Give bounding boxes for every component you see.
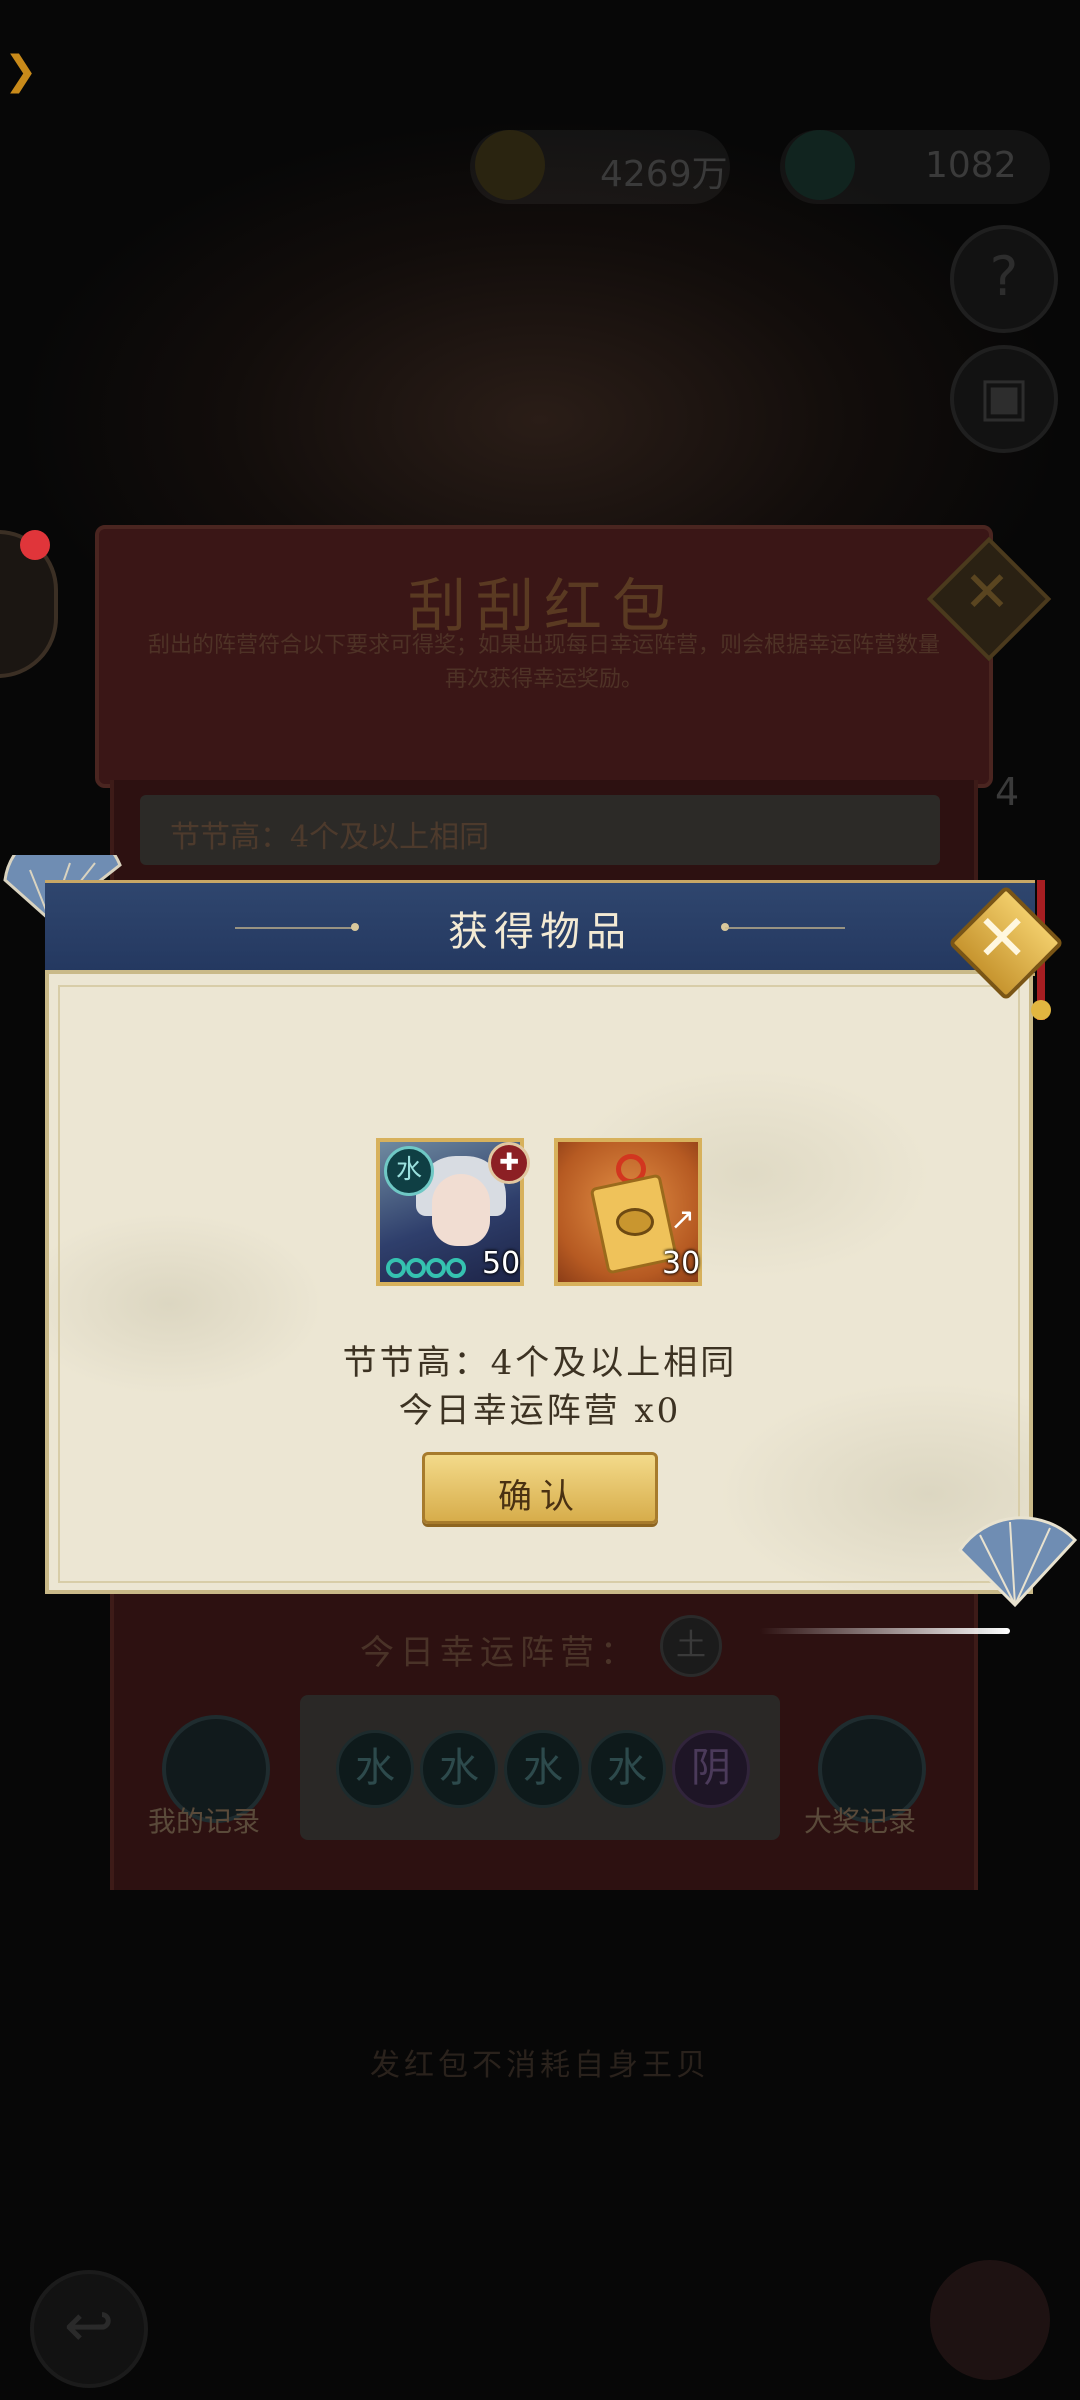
star-icon bbox=[386, 1258, 406, 1278]
camera-icon: ▣ bbox=[978, 365, 1030, 428]
result-rule-text: 节节高：4个及以上相同 bbox=[342, 1343, 738, 1383]
lucky-faction-label: 今日幸运阵营： bbox=[360, 1633, 640, 1673]
gem-amount: 1082 bbox=[925, 145, 1017, 186]
help-icon: ? bbox=[989, 245, 1019, 308]
scratch-description: 刮出的阵营符合以下要求可得奖；如果出现每日幸运阵营，则会根据幸运阵营数量再次获得… bbox=[147, 633, 940, 692]
reward-item-talisman[interactable]: ↗ 30 bbox=[554, 1138, 702, 1286]
faction-token-icon: 水 bbox=[504, 1730, 582, 1808]
faction-token-icon: 水 bbox=[420, 1730, 498, 1808]
send-envelope-button[interactable] bbox=[930, 2260, 1050, 2380]
modal-title: 获得物品 bbox=[448, 909, 632, 955]
star-icon bbox=[446, 1258, 466, 1278]
item-count: 30 bbox=[662, 1246, 701, 1281]
currency-amount: 4269万 bbox=[600, 154, 728, 195]
fan-decoration-icon bbox=[958, 1516, 1078, 1608]
confirm-label: 确认 bbox=[498, 1477, 582, 1517]
upgrade-arrow-icon: ↗ bbox=[670, 1202, 696, 1237]
confirm-button[interactable]: 确认 bbox=[422, 1452, 658, 1524]
chevron-right-icon: ❯ bbox=[4, 48, 38, 94]
item-count: 50 bbox=[482, 1246, 521, 1281]
faction-token-icon: 阴 bbox=[672, 1730, 750, 1808]
result-lucky-text: 今日幸运阵营 x0 bbox=[398, 1391, 682, 1431]
help-button[interactable]: ? bbox=[950, 225, 1058, 333]
lucky-faction-icon: 土 bbox=[660, 1615, 722, 1677]
light-swoosh bbox=[760, 1628, 1010, 1634]
camera-button[interactable]: ▣ bbox=[950, 345, 1058, 453]
rule-text: 节节高：4个及以上相同 bbox=[170, 820, 490, 855]
faction-token-icon: 水 bbox=[588, 1730, 666, 1808]
shard-badge-icon: ✚ bbox=[488, 1142, 530, 1184]
reward-item-hero-shard[interactable]: 水 ✚ 50 bbox=[376, 1138, 530, 1286]
star-icon bbox=[426, 1258, 446, 1278]
water-faction-icon: 水 bbox=[384, 1146, 434, 1196]
grand-prize-records-label: 大奖记录 bbox=[804, 1805, 917, 1838]
back-button[interactable]: ↩ bbox=[30, 2270, 148, 2388]
back-arrow-icon: ↩ bbox=[63, 2291, 115, 2361]
gem-icon bbox=[785, 130, 855, 200]
side-counter: 4 bbox=[995, 770, 1020, 814]
talisman-eye bbox=[616, 1208, 654, 1236]
close-icon: ✕ bbox=[975, 902, 1029, 976]
notification-dot bbox=[20, 530, 50, 560]
header-divider bbox=[725, 927, 845, 929]
faction-token-icon: 水 bbox=[336, 1730, 414, 1808]
close-icon: ✕ bbox=[963, 560, 1011, 625]
hero-portrait bbox=[432, 1174, 490, 1246]
scratch-envelope-panel: 刮刮红包 刮出的阵营符合以下要求可得奖；如果出现每日幸运阵营，则会根据幸运阵营数… bbox=[95, 525, 993, 788]
gold-coin-icon bbox=[475, 130, 545, 200]
footer-tip: 发红包不消耗自身王贝 bbox=[370, 2048, 710, 2083]
modal-header: 获得物品 bbox=[45, 880, 1035, 976]
tassel-knot bbox=[1031, 1000, 1051, 1020]
star-icon bbox=[406, 1258, 426, 1278]
my-records-label: 我的记录 bbox=[148, 1805, 261, 1838]
